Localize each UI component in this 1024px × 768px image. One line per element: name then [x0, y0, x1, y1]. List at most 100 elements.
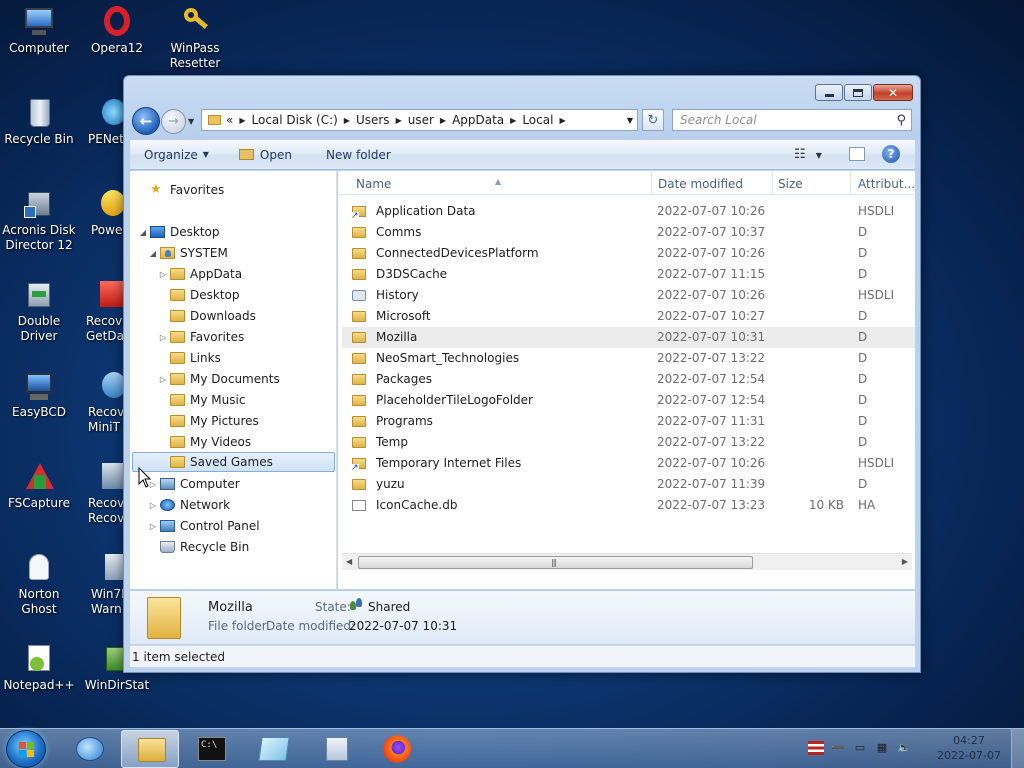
- address-bar[interactable]: « ▶ Local Disk (C:) ▶ Users ▶ user ▶ App…: [201, 109, 638, 131]
- file-row[interactable]: D3DSCache 2022-07-07 11:15 D: [342, 264, 915, 285]
- breadcrumb-separator-icon[interactable]: ▶: [559, 116, 565, 125]
- breadcrumb-item[interactable]: Local Disk (C:): [252, 113, 338, 127]
- file-row[interactable]: IconCache.db 2022-07-07 13:23 10 KB HA: [342, 495, 915, 516]
- breadcrumb-item[interactable]: AppData: [452, 113, 504, 127]
- volume-muted-icon[interactable]: 🔈: [896, 741, 912, 755]
- file-row[interactable]: Temporary Internet Files 2022-07-07 10:26…: [342, 453, 915, 474]
- desktop-icon-opera[interactable]: Opera12: [78, 6, 156, 56]
- breadcrumb-item[interactable]: Local: [522, 113, 553, 127]
- tree-item-network[interactable]: ▷ Network: [148, 495, 230, 515]
- breadcrumb-item[interactable]: user: [408, 113, 434, 127]
- tree-item-downloads[interactable]: Downloads: [158, 306, 256, 326]
- file-row[interactable]: Mozilla 2022-07-07 10:31 D: [342, 327, 915, 348]
- file-row[interactable]: Packages 2022-07-07 12:54 D: [342, 369, 915, 390]
- desktop-icon-recycle-bin[interactable]: Recycle Bin: [0, 97, 78, 147]
- display-icon[interactable]: ▭: [852, 741, 868, 755]
- tree-item-saved-games[interactable]: Saved Games: [132, 452, 335, 472]
- close-button[interactable]: ✕: [873, 84, 913, 101]
- desktop-icon-easybcd[interactable]: EasyBCD: [0, 370, 78, 420]
- file-row[interactable]: NeoSmart_Technologies 2022-07-07 13:22 D: [342, 348, 915, 369]
- scroll-right-icon[interactable]: ▶: [902, 557, 908, 566]
- desktop-icon-penet[interactable]: PENet: [78, 97, 124, 147]
- start-button[interactable]: [6, 730, 46, 768]
- network-tray-icon[interactable]: ▦: [874, 741, 890, 755]
- forward-button[interactable]: →: [161, 109, 186, 134]
- search-icon[interactable]: ⚲: [896, 113, 906, 128]
- collapsed-arrow-icon[interactable]: ▷: [158, 270, 168, 279]
- desktop-icon-double-driver[interactable]: Double Driver: [0, 279, 78, 344]
- tree-item-favorites-folder[interactable]: ▷ Favorites: [158, 327, 244, 347]
- expanded-arrow-icon[interactable]: ◢: [148, 249, 158, 258]
- file-row[interactable]: Microsoft 2022-07-07 10:27 D: [342, 306, 915, 327]
- taskbar-calculator-button[interactable]: [306, 730, 364, 768]
- search-input[interactable]: Search Local ⚲: [672, 109, 912, 131]
- breadcrumb-separator-icon[interactable]: ▶: [510, 116, 516, 125]
- tree-item-appdata[interactable]: ▷ AppData: [158, 264, 242, 284]
- collapsed-arrow-icon[interactable]: ▷: [158, 375, 168, 384]
- taskbar-ie-button[interactable]: [60, 730, 118, 768]
- tree-item-my-music[interactable]: My Music: [158, 390, 245, 410]
- breadcrumb-separator-icon[interactable]: ▶: [344, 116, 350, 125]
- file-row[interactable]: Temp 2022-07-07 13:22 D: [342, 432, 915, 453]
- refresh-button[interactable]: ↻: [642, 109, 664, 131]
- show-desktop-button[interactable]: [1011, 729, 1024, 768]
- expanded-arrow-icon[interactable]: ◢: [138, 228, 148, 237]
- column-header-name[interactable]: Name: [356, 177, 391, 191]
- tree-item-favorites[interactable]: ★ Favorites: [150, 180, 224, 200]
- taskbar-firefox-button[interactable]: [368, 730, 426, 768]
- tree-item-control-panel[interactable]: ▷ Control Panel: [148, 516, 260, 536]
- back-button[interactable]: ←: [132, 107, 160, 135]
- file-row[interactable]: Comms 2022-07-07 10:37 D: [342, 222, 915, 243]
- horizontal-scrollbar[interactable]: ◀ ||| ▶: [342, 553, 912, 570]
- file-row[interactable]: Programs 2022-07-07 11:31 D: [342, 411, 915, 432]
- collapsed-arrow-icon[interactable]: ▷: [148, 522, 158, 531]
- breadcrumb-overflow[interactable]: «: [226, 113, 233, 127]
- scroll-left-icon[interactable]: ◀: [346, 557, 352, 566]
- desktop-icon-computer[interactable]: Computer: [0, 6, 78, 56]
- scrollbar-thumb[interactable]: |||: [358, 556, 753, 569]
- column-divider[interactable]: [850, 171, 851, 195]
- desktop-icon-notepadpp[interactable]: Notepad++: [0, 643, 78, 693]
- column-header-attributes[interactable]: Attribut...: [858, 177, 915, 191]
- column-divider[interactable]: [772, 171, 773, 195]
- column-header-size[interactable]: Size: [778, 177, 803, 191]
- tree-item-system[interactable]: ◢ SYSTEM: [148, 243, 228, 263]
- address-dropdown-icon[interactable]: ▼: [627, 116, 633, 125]
- tree-item-recycle-bin[interactable]: Recycle Bin: [148, 537, 249, 557]
- organize-button[interactable]: Organize ▼: [130, 140, 219, 169]
- minimize-button[interactable]: [815, 84, 843, 101]
- change-view-button[interactable]: ☷ ▼: [794, 147, 822, 162]
- breadcrumb-item[interactable]: Users: [356, 113, 390, 127]
- new-folder-button[interactable]: New folder: [316, 140, 401, 169]
- desktop-icon-norton-ghost[interactable]: Norton Ghost: [0, 552, 78, 617]
- help-button[interactable]: ?: [882, 145, 900, 163]
- usb-icon[interactable]: ➖: [830, 741, 846, 755]
- language-flag-icon[interactable]: [808, 741, 824, 755]
- clock[interactable]: 04:27 2022-07-07: [936, 733, 1002, 763]
- open-button[interactable]: Open: [229, 140, 302, 169]
- desktop-icon-recover-getdata[interactable]: Recove GetDat: [78, 279, 124, 344]
- desktop-icon-fscapture[interactable]: FSCapture: [0, 461, 78, 511]
- collapsed-arrow-icon[interactable]: ▷: [148, 501, 158, 510]
- collapsed-arrow-icon[interactable]: ▷: [158, 333, 168, 342]
- tree-item-links[interactable]: Links: [158, 348, 221, 368]
- file-row[interactable]: PlaceholderTileLogoFolder 2022-07-07 12:5…: [342, 390, 915, 411]
- breadcrumb-separator-icon[interactable]: ▶: [239, 116, 245, 125]
- desktop-icon-acronis[interactable]: Acronis Disk Director 12: [0, 188, 78, 253]
- file-row[interactable]: Application Data 2022-07-07 10:26 HSDLI: [342, 201, 915, 222]
- breadcrumb-separator-icon[interactable]: ▶: [440, 116, 446, 125]
- tree-item-my-documents[interactable]: ▷ My Documents: [158, 369, 280, 389]
- taskbar-cmd-button[interactable]: C:\: [182, 730, 240, 768]
- tree-item-desktop-folder[interactable]: Desktop: [158, 285, 240, 305]
- taskbar-explorer-button[interactable]: [121, 730, 179, 768]
- tree-item-my-videos[interactable]: My Videos: [158, 432, 251, 452]
- preview-pane-button[interactable]: [849, 147, 865, 161]
- desktop-icon-recover[interactable]: Recove Recove: [78, 461, 124, 526]
- file-row[interactable]: yuzu 2022-07-07 11:39 D: [342, 474, 915, 495]
- tree-item-computer[interactable]: ▷ Computer: [148, 474, 240, 494]
- column-header-date[interactable]: Date modified: [658, 177, 743, 191]
- tree-item-desktop[interactable]: ◢ Desktop: [138, 222, 220, 242]
- recent-pages-button[interactable]: ▼: [188, 117, 194, 126]
- column-divider[interactable]: [651, 171, 652, 195]
- file-row[interactable]: History 2022-07-07 10:26 HSDLI: [342, 285, 915, 306]
